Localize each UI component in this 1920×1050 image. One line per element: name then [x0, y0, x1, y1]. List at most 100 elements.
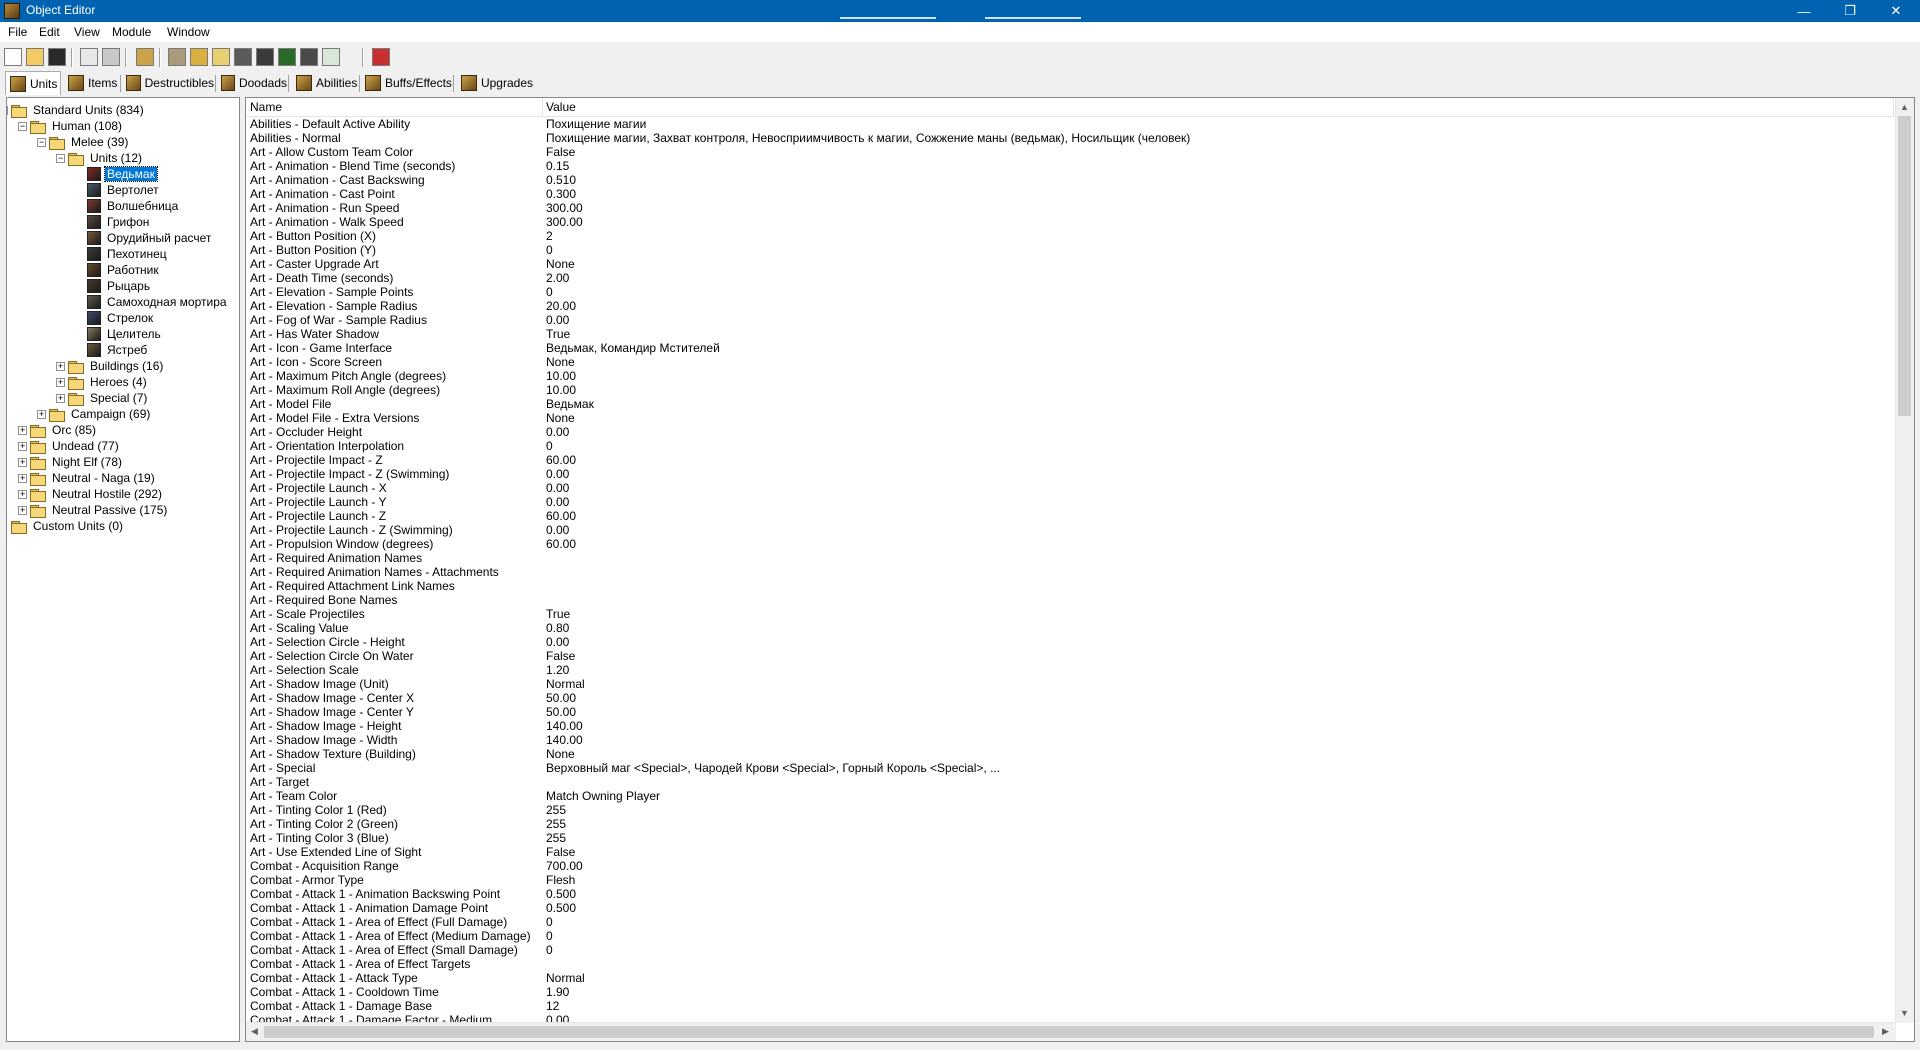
property-row[interactable]: Art - Tinting Color 2 (Green) 255 [246, 817, 1894, 831]
menu-module[interactable]: Module [112, 25, 151, 39]
property-row[interactable]: Art - Tinting Color 1 (Red) 255 [246, 803, 1894, 817]
property-value[interactable]: 1.90 [546, 985, 569, 999]
property-row[interactable]: Art - Animation - Blend Time (seconds) 0.… [246, 159, 1894, 173]
property-value[interactable]: 0.80 [546, 621, 569, 635]
terrain-icon[interactable] [168, 48, 186, 66]
tree-unit[interactable]: Работник [87, 262, 161, 278]
property-grid[interactable]: Name Value Abilities - Default Active Ab… [245, 97, 1915, 1042]
property-value[interactable]: Похищение магии [546, 117, 646, 131]
tree-unit[interactable]: Орудийный расчет [87, 230, 213, 246]
property-value[interactable]: False [546, 145, 575, 159]
horizontal-scrollbar[interactable]: ◀ ▶ [246, 1022, 1896, 1041]
scroll-up-icon[interactable]: ▲ [1900, 102, 1909, 112]
property-value[interactable]: 10.00 [546, 369, 576, 383]
tree-unit[interactable]: Самоходная мортира [87, 294, 229, 310]
tree-folder[interactable]: Custom Units (0) [11, 518, 125, 534]
import-icon[interactable] [372, 48, 390, 66]
property-row[interactable]: Art - Maximum Roll Angle (degrees) 10.00 [246, 383, 1894, 397]
object-icon[interactable] [234, 48, 252, 66]
property-value[interactable]: Match Owning Player [546, 789, 660, 803]
tree-folder[interactable]: Campaign (69) [49, 406, 152, 422]
maximize-button[interactable]: ❐ [1827, 0, 1873, 22]
property-row[interactable]: Art - Orientation Interpolation 0 [246, 439, 1894, 453]
collapse-toggle-icon[interactable]: − [18, 122, 27, 131]
expand-toggle-icon[interactable]: + [18, 490, 27, 499]
property-row[interactable]: Art - Allow Custom Team Color False [246, 145, 1894, 159]
property-value[interactable]: 60.00 [546, 537, 576, 551]
property-value[interactable]: 60.00 [546, 453, 576, 467]
collapse-toggle-icon[interactable]: − [37, 138, 46, 147]
property-row[interactable]: Art - Animation - Run Speed 300.00 [246, 201, 1894, 215]
property-value[interactable]: Ведьмак [546, 397, 594, 411]
open-icon[interactable] [26, 48, 44, 66]
property-row[interactable]: Art - Projectile Launch - Z (Swimming) 0.… [246, 523, 1894, 537]
property-value[interactable]: None [546, 355, 575, 369]
menu-file[interactable]: File [8, 25, 27, 39]
property-value[interactable]: 12 [546, 999, 559, 1013]
tree-unit[interactable]: Стрелок [87, 310, 155, 326]
scroll-right-icon[interactable]: ▶ [1882, 1026, 1889, 1037]
property-row[interactable]: Art - Projectile Launch - Z 60.00 [246, 509, 1894, 523]
property-row[interactable]: Art - Required Attachment Link Names [246, 579, 1894, 593]
property-row[interactable]: Art - Fog of War - Sample Radius 0.00 [246, 313, 1894, 327]
tab-destructibles[interactable]: Destructibles [122, 72, 216, 94]
property-value[interactable]: None [546, 747, 575, 761]
property-value[interactable]: 0 [546, 243, 553, 257]
tree-unit[interactable]: Волшебница [87, 198, 180, 214]
property-value[interactable]: 0 [546, 285, 553, 299]
property-value[interactable]: Похищение магии, Захват контроля, Невосп… [546, 131, 1190, 145]
gold-icon[interactable] [190, 48, 208, 66]
property-value[interactable]: True [546, 607, 570, 621]
tree-unit[interactable]: Пехотинец [87, 246, 169, 262]
horizontal-scroll-thumb[interactable] [264, 1026, 1874, 1038]
tree-unit[interactable]: Целитель [87, 326, 163, 342]
property-row[interactable]: Combat - Attack 1 - Area of Effect Targe… [246, 957, 1894, 971]
expand-toggle-icon[interactable]: + [56, 394, 65, 403]
column-header-name[interactable]: Name [246, 98, 542, 116]
unit-icon[interactable] [136, 48, 154, 66]
property-row[interactable]: Art - Shadow Image - Height 140.00 [246, 719, 1894, 733]
tree-folder[interactable]: Neutral Passive (175) [30, 502, 169, 518]
property-value[interactable]: False [546, 649, 575, 663]
property-value[interactable]: 50.00 [546, 705, 576, 719]
property-value[interactable]: 0.00 [546, 425, 569, 439]
expand-toggle-icon[interactable]: + [37, 410, 46, 419]
property-row[interactable]: Combat - Attack 1 - Area of Effect (Smal… [246, 943, 1894, 957]
property-value[interactable]: 140.00 [546, 719, 583, 733]
property-row[interactable]: Combat - Attack 1 - Animation Damage Poi… [246, 901, 1894, 915]
expand-toggle-icon[interactable]: + [18, 458, 27, 467]
property-value[interactable]: 0.00 [546, 313, 569, 327]
tree-unit[interactable]: Вертолет [87, 182, 161, 198]
property-row[interactable]: Art - Shadow Image (Unit) Normal [246, 677, 1894, 691]
expand-toggle-icon[interactable]: + [56, 378, 65, 387]
property-row[interactable]: Art - Death Time (seconds) 2.00 [246, 271, 1894, 285]
property-row[interactable]: Combat - Attack 1 - Damage Base 12 [246, 999, 1894, 1013]
property-row[interactable]: Art - Selection Circle - Height 0.00 [246, 635, 1894, 649]
tree-folder[interactable]: Night Elf (78) [30, 454, 124, 470]
property-value[interactable]: None [546, 257, 575, 271]
property-row[interactable]: Art - Caster Upgrade Art None [246, 257, 1894, 271]
property-value[interactable]: Ведьмак, Командир Мстителей [546, 341, 720, 355]
property-row[interactable]: Art - Selection Circle On Water False [246, 649, 1894, 663]
property-value[interactable]: 0.300 [546, 187, 576, 201]
tree-folder[interactable]: Orc (85) [30, 422, 98, 438]
property-value[interactable]: 140.00 [546, 733, 583, 747]
property-value[interactable]: Normal [546, 677, 585, 691]
property-value[interactable]: 2.00 [546, 271, 569, 285]
expand-toggle-icon[interactable]: + [18, 426, 27, 435]
tree-unit[interactable]: Ведьмак [87, 166, 158, 182]
property-value[interactable]: 300.00 [546, 215, 583, 229]
property-row[interactable]: Art - Use Extended Line of Sight False [246, 845, 1894, 859]
property-row[interactable]: Art - Icon - Game Interface Ведьмак, Кома… [246, 341, 1894, 355]
new-icon[interactable] [4, 48, 22, 66]
property-row[interactable]: Combat - Attack 1 - Animation Backswing … [246, 887, 1894, 901]
property-row[interactable]: Art - Required Animation Names - Attachm… [246, 565, 1894, 579]
copy-icon[interactable] [80, 48, 98, 66]
property-row[interactable]: Art - Animation - Cast Backswing 0.510 [246, 173, 1894, 187]
property-row[interactable]: Art - Has Water Shadow True [246, 327, 1894, 341]
tree-folder[interactable]: Neutral - Naga (19) [30, 470, 157, 486]
property-value[interactable]: Normal [546, 971, 585, 985]
property-row[interactable]: Art - Shadow Image - Width 140.00 [246, 733, 1894, 747]
property-row[interactable]: Art - Selection Scale 1.20 [246, 663, 1894, 677]
minimize-button[interactable]: — [1781, 0, 1827, 22]
